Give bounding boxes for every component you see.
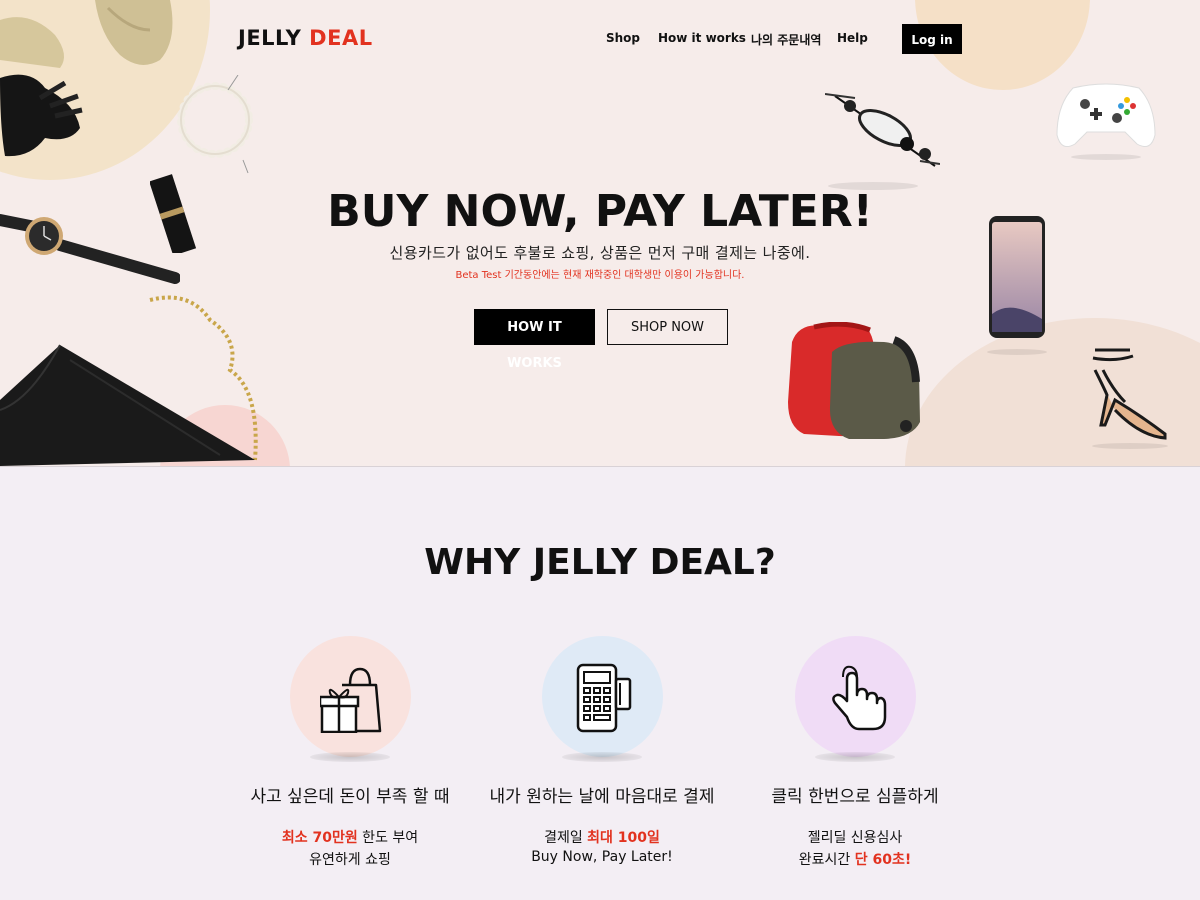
feature-text: 결제일 (544, 830, 588, 846)
feature-text: 한도 부여 (357, 830, 419, 846)
shop-now-button[interactable]: SHOP NOW (607, 309, 728, 345)
nav-my-orders[interactable]: 나의 주문내역 (751, 31, 821, 48)
drone-image (825, 93, 940, 190)
nav-help[interactable]: Help (837, 31, 868, 45)
snakeskin-handbag-image (0, 295, 258, 466)
feature-icon-shadow (310, 752, 390, 762)
pearl-necklace-image (177, 75, 253, 174)
hero-title: BUY NOW, PAY LATER! (327, 186, 873, 237)
feature-highlight: 최소 70만원 (281, 830, 358, 846)
feature-icon-shadow (562, 752, 642, 762)
feature-text: 완료시간 (798, 852, 855, 868)
feature-highlight: 최대 100일 (587, 830, 660, 846)
card-terminal-icon (576, 663, 632, 733)
gift-shopping-bag-icon (320, 667, 382, 733)
glitter-heels-image (0, 0, 173, 68)
logo-text-main: JELLY (238, 26, 302, 50)
hero-subtitle: 신용카드가 없어도 후불로 쇼핑, 상품은 먼저 구매 결제는 나중에. (389, 244, 811, 262)
nav-how-it-works[interactable]: How it works (658, 31, 746, 45)
leather-gloves-image (0, 74, 83, 157)
login-button[interactable]: Log in (902, 24, 962, 54)
how-it-works-button[interactable]: HOW IT WORKS (474, 309, 595, 371)
logo-text-accent: DEAL (309, 26, 373, 50)
backpacks-image (788, 322, 920, 439)
why-section-title: WHY JELLY DEAL? (424, 542, 776, 583)
hero-section: JELLY DEAL Shop How it works 나의 주문내역 Hel… (0, 0, 1200, 467)
feature-line-2: 완료시간 단 60초! (705, 849, 1005, 869)
strappy-heels-image (1092, 348, 1168, 449)
feature-title: 클릭 한번으로 심플하게 (771, 787, 939, 807)
feature-highlight: 단 60초! (854, 852, 912, 868)
nav-shop[interactable]: Shop (606, 31, 640, 45)
game-controller-image (1056, 83, 1156, 160)
logo[interactable]: JELLY DEAL (238, 26, 373, 50)
beta-notice: Beta Test 기간동안에는 현재 재학중인 대학생만 이용이 가능합니다. (455, 270, 745, 281)
feature-icon-shadow (815, 752, 895, 762)
feature-line-1: 젤리딜 신용심사 (807, 830, 903, 846)
tap-hand-icon (832, 665, 887, 731)
